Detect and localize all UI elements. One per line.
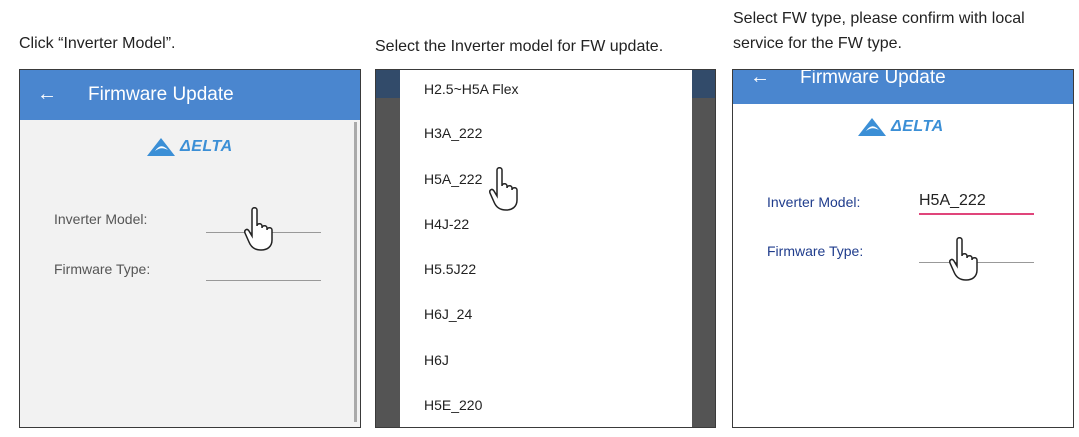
pointing-hand-icon bbox=[489, 167, 518, 211]
firmware-type-label: Firmware Type: bbox=[54, 261, 151, 277]
delta-logo: ΔELTA bbox=[146, 137, 233, 157]
back-arrow-icon[interactable]: ← bbox=[750, 70, 770, 87]
screen3-app-bar: ← Firmware Update bbox=[733, 70, 1073, 104]
screen3-firmware-update: ← Firmware Update ΔELTA Inverter Model: … bbox=[732, 69, 1074, 428]
firmware-type-field[interactable] bbox=[206, 280, 321, 281]
model-option[interactable]: H6J_24 bbox=[424, 306, 472, 322]
pointing-hand-icon bbox=[949, 237, 978, 281]
screen1-title: Firmware Update bbox=[88, 84, 234, 105]
step1-caption: Click “Inverter Model”. bbox=[19, 35, 176, 52]
model-option[interactable]: H2.5~H5A Flex bbox=[424, 81, 519, 97]
inverter-model-value[interactable]: H5A_222 bbox=[919, 192, 986, 210]
model-list: H2.5~H5A Flex H3A_222 H5A_222 H4J-22 H5.… bbox=[400, 70, 692, 427]
delta-wordmark: ΔELTA bbox=[891, 118, 944, 135]
screen3-title: Firmware Update bbox=[800, 69, 946, 88]
screen1-app-bar: ← Firmware Update bbox=[20, 70, 360, 120]
delta-logo-icon bbox=[858, 118, 886, 136]
delta-logo-icon bbox=[147, 138, 175, 156]
firmware-type-label[interactable]: Firmware Type: bbox=[767, 243, 863, 259]
delta-logo: ΔELTA bbox=[857, 117, 944, 137]
back-arrow-icon[interactable]: ← bbox=[37, 84, 57, 104]
scrollbar[interactable] bbox=[354, 122, 357, 422]
screen2-model-picker: H2.5~H5A Flex H3A_222 H5A_222 H4J-22 H5.… bbox=[375, 69, 716, 428]
delta-wordmark: ΔELTA bbox=[180, 138, 233, 155]
model-option[interactable]: H5.5J22 bbox=[424, 261, 476, 277]
model-option[interactable]: H4J-22 bbox=[424, 216, 469, 232]
model-option[interactable]: H5E_220 bbox=[424, 397, 482, 413]
model-option[interactable]: H5A_222 bbox=[424, 171, 482, 187]
pointing-hand-icon bbox=[244, 207, 273, 251]
inverter-model-label[interactable]: Inverter Model: bbox=[767, 194, 860, 210]
inverter-model-label[interactable]: Inverter Model: bbox=[54, 211, 147, 227]
screen1-firmware-update: ← Firmware Update ΔELTA Inverter Model: … bbox=[19, 69, 361, 428]
inverter-model-field[interactable] bbox=[919, 213, 1034, 215]
model-option[interactable]: H6J bbox=[424, 352, 449, 368]
step2-caption: Select the Inverter model for FW update. bbox=[375, 38, 664, 55]
model-option[interactable]: H3A_222 bbox=[424, 125, 482, 141]
step3-caption: Select FW type, please confirm with loca… bbox=[733, 10, 1025, 52]
